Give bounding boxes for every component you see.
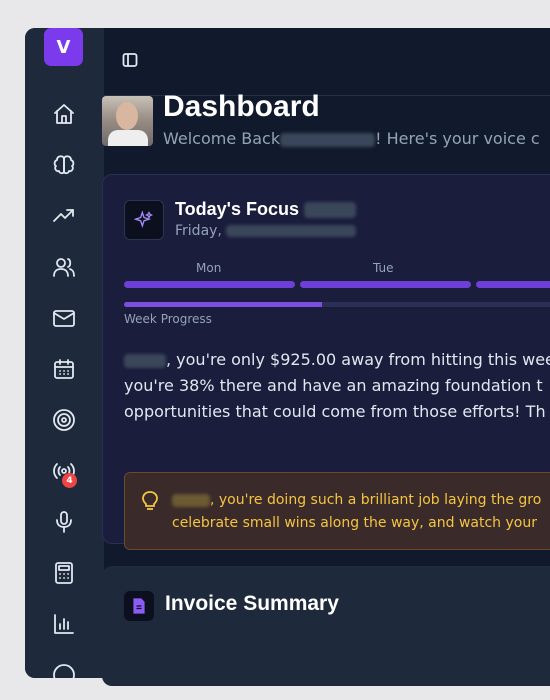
users-icon[interactable]: [46, 249, 82, 285]
focus-title: Today's Focus: [175, 199, 356, 220]
redacted-name: [124, 353, 166, 368]
week-progress-bar: [124, 302, 550, 307]
welcome-text: Welcome Back ! Here's your voice c: [163, 129, 540, 148]
week-progress-label: Week Progress: [124, 312, 212, 326]
redacted-name: [304, 202, 356, 219]
page-title: Dashboard: [163, 90, 320, 123]
calculator-icon[interactable]: [46, 555, 82, 591]
message-line-2: you're 38% there and have an amazing fou…: [124, 376, 543, 395]
invoice-summary-card: Invoice Summary: [102, 566, 550, 686]
top-bar: [104, 28, 550, 96]
focus-date-prefix: Friday,: [175, 223, 222, 239]
invoice-title: Invoice Summary: [165, 592, 339, 615]
trending-up-icon[interactable]: [46, 198, 82, 234]
day-label-tue: Tue: [373, 261, 394, 275]
focus-message: , you're only $925.00 away from hitting …: [124, 347, 550, 425]
redacted-name: [280, 132, 376, 147]
redacted-name: [172, 493, 210, 507]
avatar-shirt: [108, 130, 148, 146]
message-line-1: , you're only $925.00 away from hitting …: [124, 347, 550, 373]
sidebar-toggle-icon[interactable]: [122, 52, 142, 72]
welcome-prefix: Welcome Back: [163, 129, 281, 148]
notification-badge: 4: [62, 473, 77, 488]
sidebar: V 4: [25, 28, 104, 678]
home-icon[interactable]: [46, 96, 82, 132]
day-label-mon: Mon: [196, 261, 222, 275]
target-icon[interactable]: [46, 402, 82, 438]
focus-title-text: Today's Focus: [175, 199, 299, 219]
day-bar-mon: [124, 281, 295, 288]
mail-icon[interactable]: [46, 300, 82, 336]
bar-chart-icon[interactable]: [46, 606, 82, 642]
redacted-date: [226, 225, 357, 237]
microphone-icon[interactable]: [46, 504, 82, 540]
tip-box: , you're doing such a brilliant job layi…: [124, 472, 550, 550]
tip-line-1-text: , you're doing such a brilliant job layi…: [210, 492, 542, 508]
focus-date: Friday,: [175, 223, 357, 239]
lightbulb-icon: [141, 491, 159, 511]
sparkles-icon: [124, 200, 164, 240]
todays-focus-card: Today's Focus Friday, Mon Tue Week Progr…: [102, 174, 550, 550]
help-icon[interactable]: [46, 657, 82, 678]
welcome-suffix: ! Here's your voice c: [375, 129, 540, 148]
document-icon: [124, 591, 154, 621]
tip-line-2: celebrate small wins along the way, and …: [172, 515, 537, 531]
calendar-icon[interactable]: [46, 351, 82, 387]
tip-line-1: , you're doing such a brilliant job layi…: [172, 489, 541, 512]
broadcast-icon[interactable]: 4: [46, 453, 82, 489]
avatar[interactable]: [102, 96, 153, 146]
app-logo[interactable]: V: [44, 28, 83, 66]
day-bar-wed: [476, 281, 550, 288]
brain-icon[interactable]: [46, 147, 82, 183]
week-progress-fill: [124, 302, 322, 307]
tip-text: , you're doing such a brilliant job layi…: [172, 489, 541, 535]
avatar-head: [116, 102, 138, 130]
day-bar-tue: [300, 281, 471, 288]
message-line-1-text: , you're only $925.00 away from hitting …: [166, 350, 550, 369]
message-line-3: opportunities that could come from those…: [124, 402, 546, 421]
